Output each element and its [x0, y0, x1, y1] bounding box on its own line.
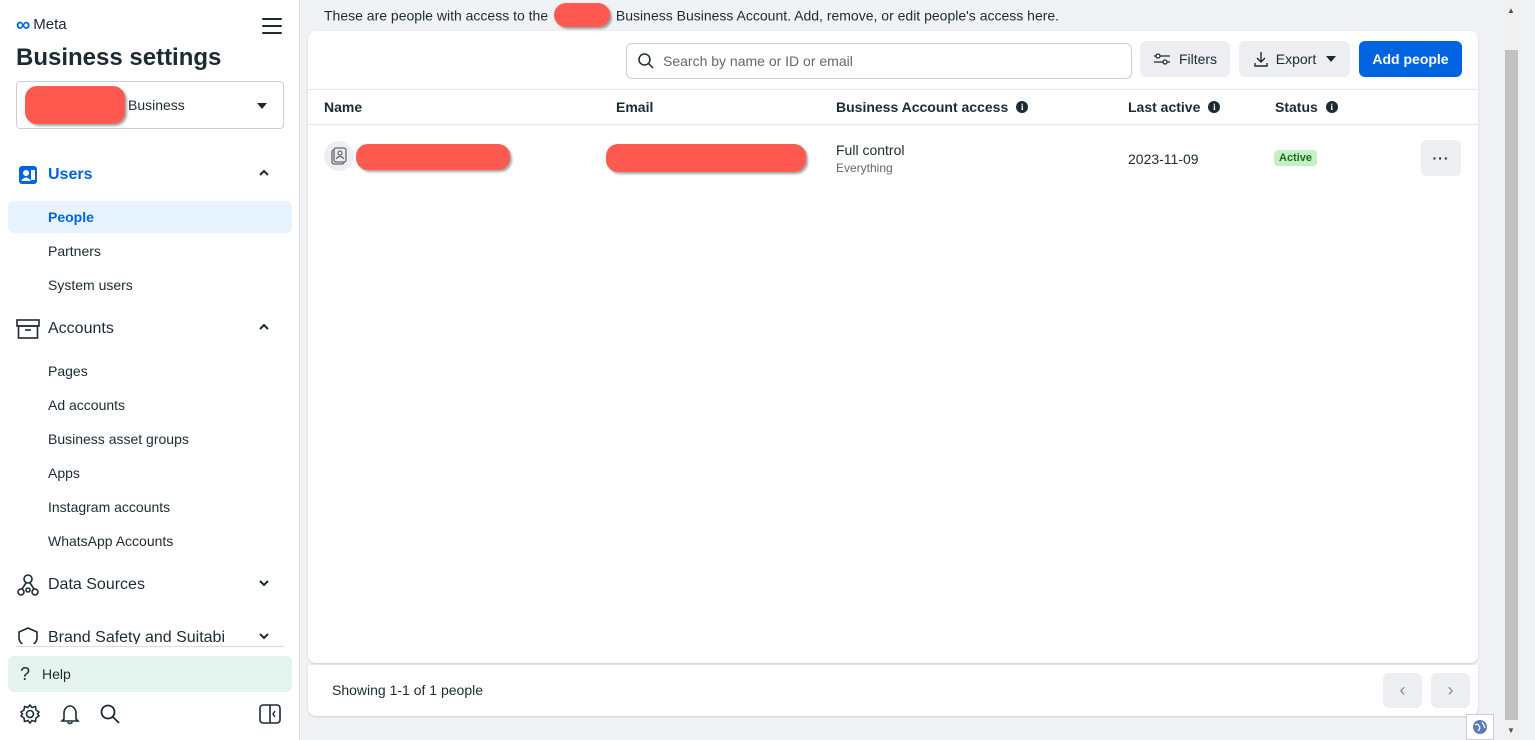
- chevron-down-icon: [259, 633, 269, 640]
- chevron-up-icon: [259, 169, 269, 176]
- question-mark-icon: ?: [20, 663, 31, 684]
- redacted-business-name: [25, 86, 125, 124]
- export-button[interactable]: Export: [1239, 41, 1350, 77]
- sidebar-bottom-toolbar: [18, 702, 122, 726]
- sidebar-item-system-users[interactable]: System users: [8, 269, 292, 301]
- table-row[interactable]: Full control Everything 2023-11-09 Activ…: [308, 126, 1478, 190]
- search-icon: [638, 53, 654, 69]
- sidebar-item-pages[interactable]: Pages: [8, 355, 292, 387]
- help-label: Help: [42, 666, 71, 682]
- search-icon[interactable]: [98, 702, 122, 726]
- business-selector-label: Business: [128, 97, 185, 113]
- filters-icon: [1153, 53, 1170, 65]
- column-header-email[interactable]: Email: [616, 99, 653, 115]
- table-header: Name Email Business Account access i Last…: [308, 89, 1478, 125]
- sidebar-item-apps[interactable]: Apps: [8, 457, 292, 489]
- shield-icon: [16, 626, 40, 644]
- chevron-down-icon: [259, 580, 269, 587]
- hamburger-menu-icon[interactable]: [262, 18, 282, 34]
- access-detail: Everything: [836, 161, 893, 175]
- column-header-last-active[interactable]: Last active i: [1128, 99, 1221, 115]
- info-icon[interactable]: i: [1208, 101, 1221, 113]
- info-icon[interactable]: i: [1016, 101, 1029, 113]
- sidebar-item-whatsapp-accounts[interactable]: WhatsApp Accounts: [8, 525, 292, 557]
- column-header-label: Name: [324, 99, 363, 115]
- pagination-summary: Showing 1-1 of 1 people: [332, 682, 483, 698]
- table-footer: Showing 1-1 of 1 people ‹ ›: [308, 665, 1478, 716]
- page-description: These are people with access to the Busi…: [324, 3, 1060, 27]
- last-active-date: 2023-11-09: [1128, 151, 1199, 167]
- nav-section-accounts[interactable]: Accounts: [16, 317, 284, 341]
- info-icon[interactable]: i: [1325, 101, 1338, 113]
- help-button[interactable]: ? Help: [8, 656, 292, 692]
- data-sources-icon: [16, 573, 40, 597]
- column-header-label: Business Account access: [836, 99, 1009, 115]
- column-header-status[interactable]: Status i: [1275, 99, 1338, 115]
- filters-button[interactable]: Filters: [1140, 41, 1230, 77]
- archive-box-icon: [16, 317, 40, 341]
- bell-icon[interactable]: [58, 702, 82, 726]
- column-header-access[interactable]: Business Account access i: [836, 99, 1029, 115]
- redacted-person-name: [356, 144, 510, 170]
- next-page-button[interactable]: ›: [1431, 673, 1470, 708]
- caret-down-icon: [1326, 56, 1337, 62]
- nav-section-users-label: Users: [48, 166, 93, 183]
- column-header-label: Last active: [1128, 99, 1201, 115]
- sidebar: ∞ Meta Business settings Business Users …: [0, 0, 300, 740]
- redacted-business-name: [554, 3, 611, 27]
- users-icon: [16, 163, 40, 187]
- sidebar-item-people[interactable]: People: [8, 201, 292, 233]
- meta-logo[interactable]: ∞ Meta: [16, 13, 67, 36]
- people-table-card: Filters Export Add people Name Email Bus…: [308, 31, 1478, 663]
- meta-infinity-icon: ∞: [16, 13, 31, 36]
- scrollbar-thumb[interactable]: [1505, 50, 1518, 720]
- redacted-person-email: [606, 144, 806, 172]
- nav-section-users[interactable]: Users: [16, 163, 284, 187]
- scroll-up-arrow-icon[interactable]: ▲: [1507, 6, 1515, 15]
- chevron-up-icon: [259, 323, 269, 330]
- status-badge: Active: [1274, 150, 1318, 166]
- sidebar-divider: [16, 646, 284, 647]
- sidebar-item-ad-accounts[interactable]: Ad accounts: [8, 389, 292, 421]
- chevron-right-icon: ›: [1447, 680, 1454, 700]
- column-header-label: Status: [1275, 99, 1318, 115]
- access-cell: Full control Everything: [836, 142, 904, 175]
- search-field[interactable]: [626, 43, 1132, 79]
- access-level: Full control: [836, 142, 905, 158]
- column-header-name[interactable]: Name: [324, 99, 362, 115]
- sidebar-item-business-asset-groups[interactable]: Business asset groups: [8, 423, 292, 455]
- page-title: Business settings: [16, 44, 222, 71]
- person-avatar-icon: [324, 141, 354, 171]
- sidebar-item-partners[interactable]: Partners: [8, 235, 292, 267]
- nav-section-brand-safety-label: Brand Safety and Suitabi: [48, 629, 226, 644]
- nav-section-accounts-label: Accounts: [48, 320, 114, 337]
- meta-logo-text: Meta: [33, 16, 67, 33]
- gear-icon[interactable]: [18, 702, 42, 726]
- nav-section-data-sources-label: Data Sources: [48, 576, 145, 593]
- more-options-button[interactable]: ···: [1421, 140, 1461, 176]
- download-icon: [1254, 52, 1268, 67]
- export-label: Export: [1275, 51, 1317, 67]
- page-description-start: These are people with access to the: [324, 7, 549, 24]
- page-description-end: Business Business Account. Add, remove, …: [615, 7, 1060, 24]
- caret-down-icon: [257, 103, 267, 109]
- nav-section-brand-safety-clip: Brand Safety and Suitabi: [0, 624, 299, 644]
- nav-section-data-sources[interactable]: Data Sources: [16, 573, 284, 597]
- scroll-down-arrow-icon[interactable]: ▼: [1507, 726, 1515, 735]
- chevron-left-icon: ‹: [1399, 680, 1406, 700]
- panel-toggle-icon[interactable]: [259, 704, 281, 724]
- business-selector[interactable]: Business: [16, 81, 284, 129]
- globe-icon[interactable]: [1466, 714, 1494, 740]
- nav-section-brand-safety[interactable]: Brand Safety and Suitabi: [16, 626, 284, 644]
- add-people-button[interactable]: Add people: [1359, 41, 1462, 77]
- column-header-label: Email: [616, 99, 654, 115]
- filters-label: Filters: [1178, 51, 1218, 67]
- sidebar-item-instagram-accounts[interactable]: Instagram accounts: [8, 491, 292, 523]
- search-input[interactable]: [663, 53, 1113, 69]
- previous-page-button[interactable]: ‹: [1383, 673, 1422, 708]
